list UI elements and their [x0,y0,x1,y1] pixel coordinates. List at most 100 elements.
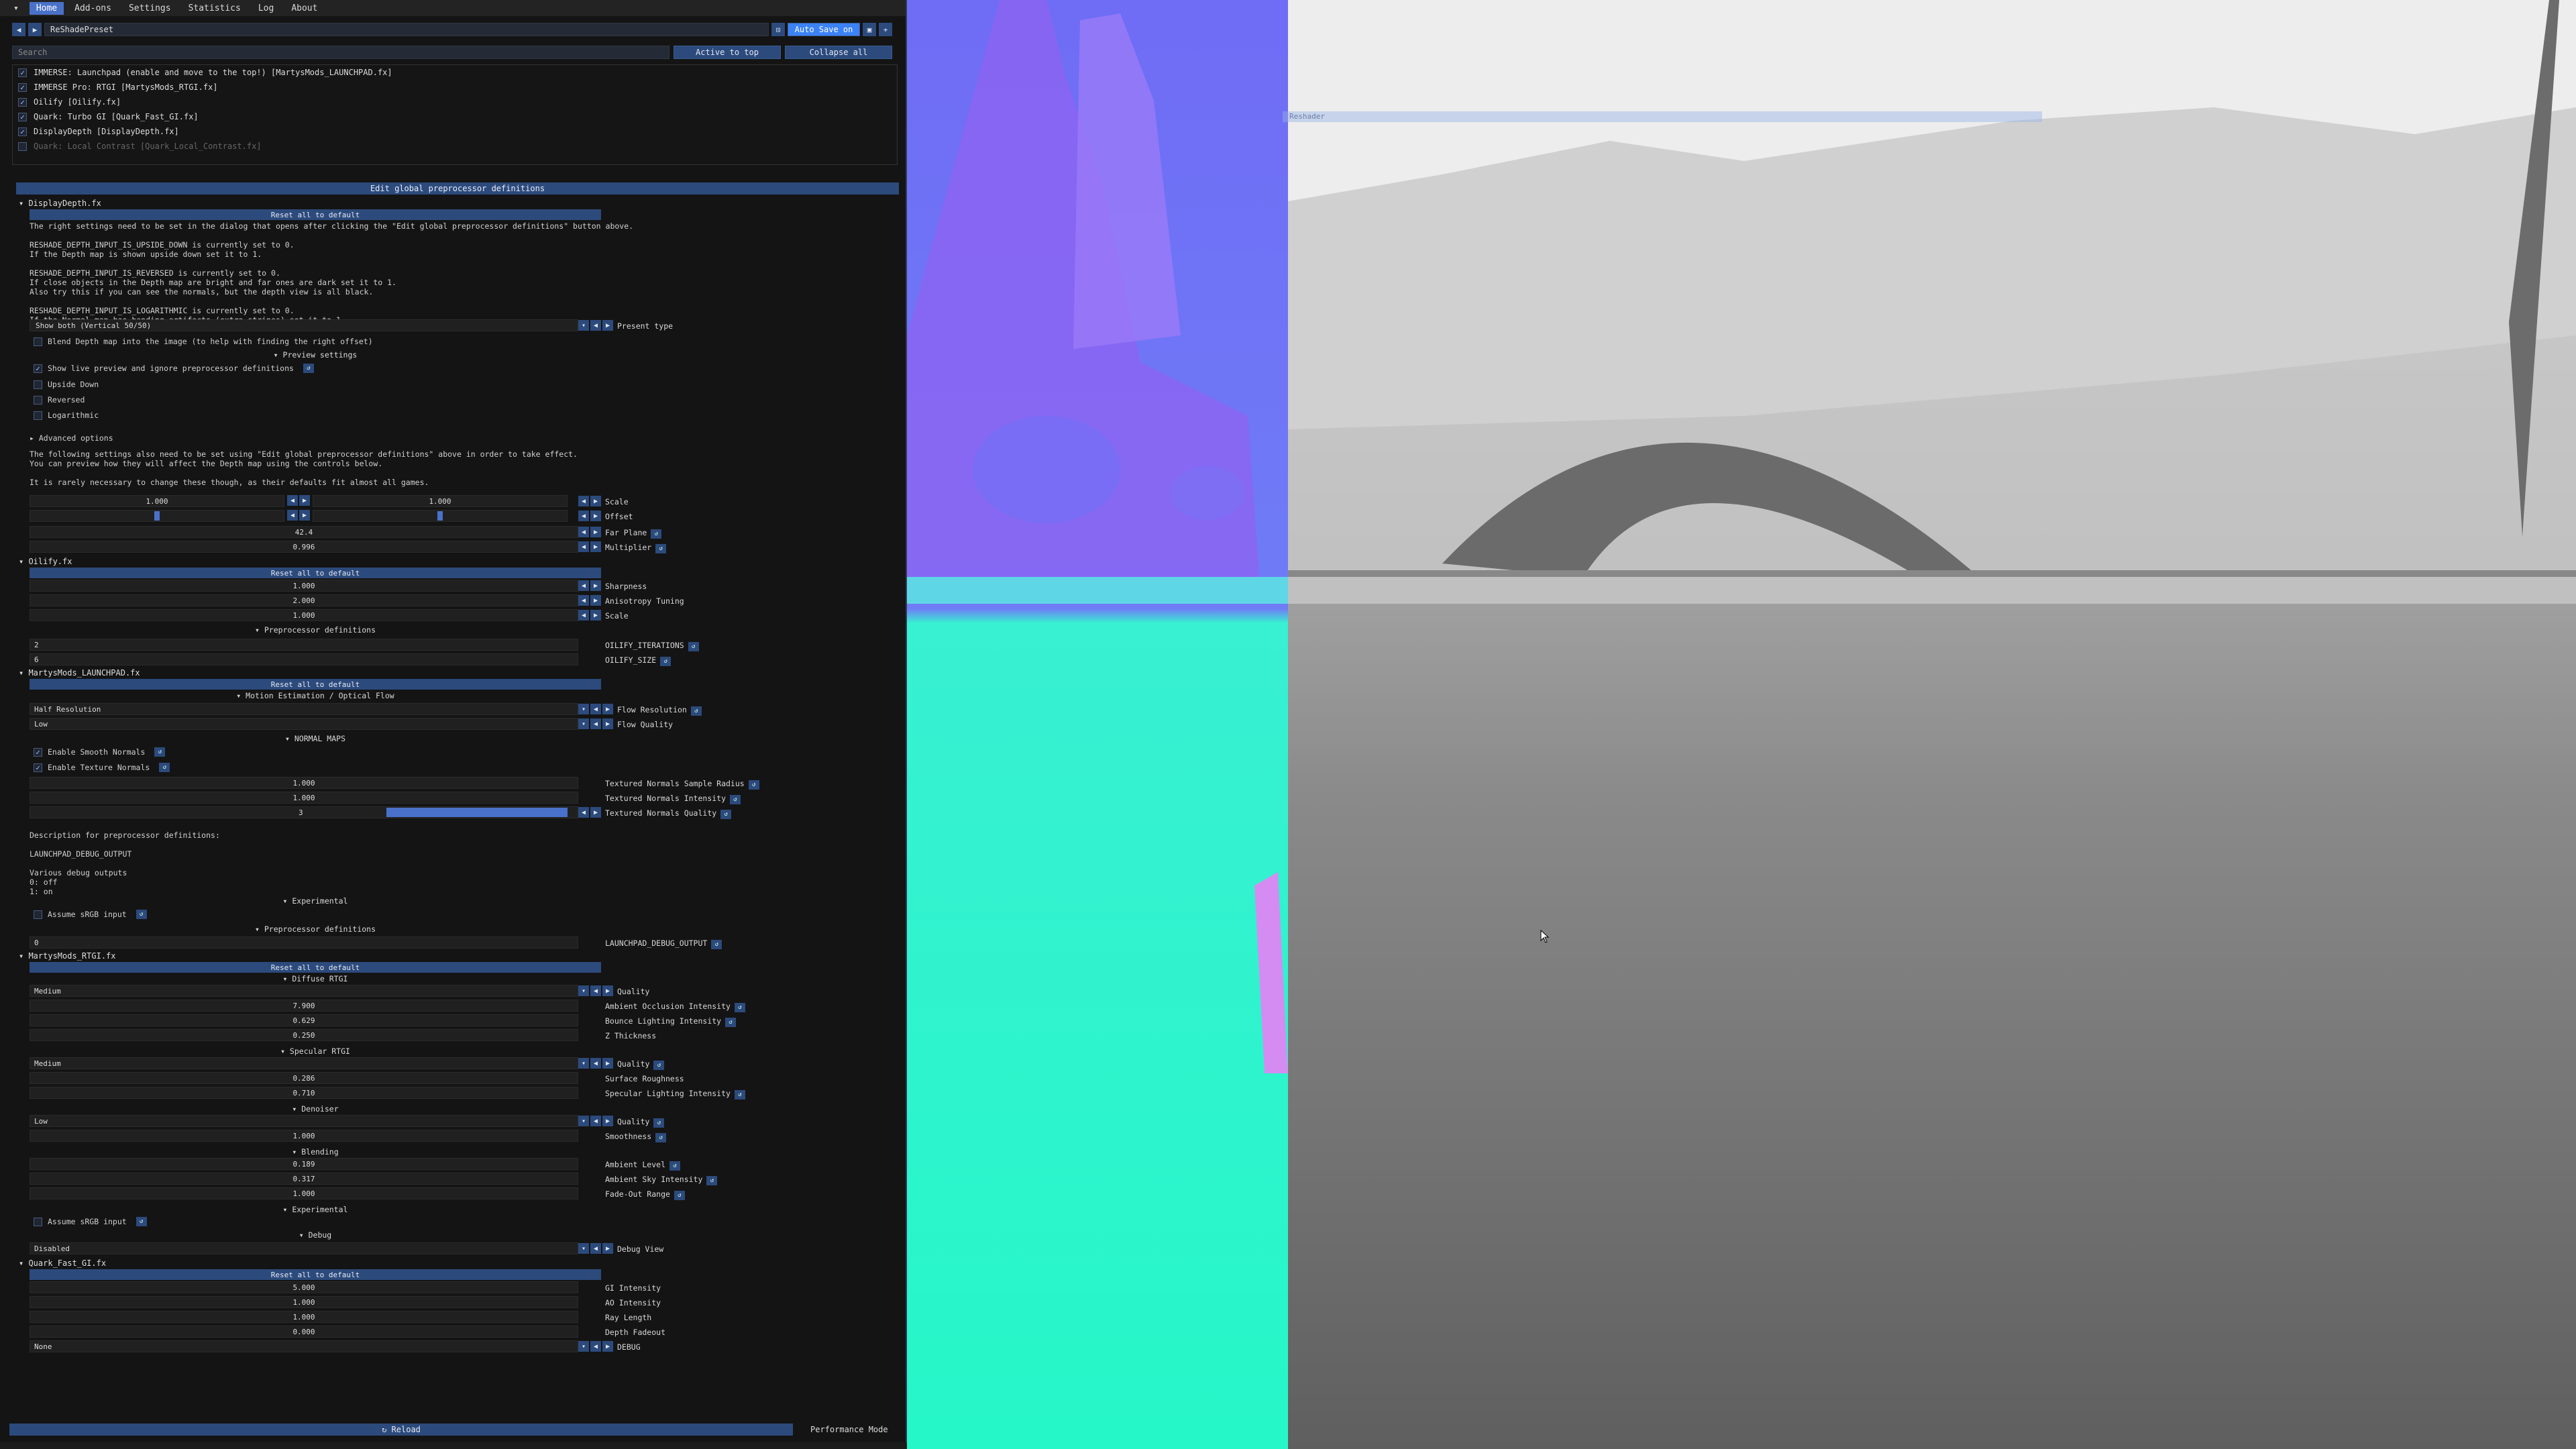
texture-normals-checkbox[interactable]: ✓ Enable Texture Normals ↺ [34,763,170,772]
edit-preprocessor-button[interactable]: Edit global preprocessor definitions [16,182,899,195]
slider-grab[interactable] [437,511,443,521]
multiplier-slider[interactable]: 0.996 [30,541,578,553]
add-preset-icon[interactable]: + [879,23,892,36]
flow-quality-combo[interactable]: Low [30,718,578,730]
debug-header[interactable]: ▾ Debug [30,1230,601,1240]
offset-x-slider[interactable] [30,510,284,522]
increment-icon[interactable]: ▶ [602,1116,613,1126]
reset-icon[interactable]: ↺ [159,763,170,772]
section-oilify[interactable]: ▾ Oilify.fx [19,557,72,566]
reset-icon[interactable]: ↺ [154,747,166,757]
reset-icon[interactable]: ↺ [653,1061,665,1070]
specular-intensity-slider[interactable]: 0.710 [30,1087,578,1099]
increment-icon[interactable]: ▶ [602,320,613,331]
quark-debug-combo[interactable]: None [30,1340,578,1352]
collapse-all-button[interactable]: Collapse all [785,46,892,59]
debug-view-combo[interactable]: Disabled [30,1242,578,1254]
launchpad-debug-input[interactable]: 0 [30,936,578,949]
decrement-icon[interactable]: ◀ [578,807,589,818]
checkbox-unchecked-icon[interactable] [18,142,27,151]
section-launchpad[interactable]: ▾ MartysMods_LAUNCHPAD.fx [19,668,140,678]
increment-icon[interactable]: ▶ [602,1341,613,1352]
technique-item[interactable]: ✓ Oilify [Oilify.fx] [13,95,897,109]
specular-rtgi-header[interactable]: ▾ Specular RTGI [30,1046,601,1056]
dropdown-arrow-icon[interactable]: ▾ [578,1341,589,1352]
normals-intensity-slider[interactable]: 1.000 [30,792,578,804]
tab-addons[interactable]: Add-ons [68,2,118,15]
anisotropy-slider[interactable]: 2.000 [30,594,578,606]
increment-icon[interactable]: ▶ [602,718,613,729]
smoothness-slider[interactable]: 1.000 [30,1130,578,1142]
fade-out-slider[interactable]: 1.000 [30,1187,578,1199]
decrement-icon[interactable]: ◀ [590,704,601,714]
logarithmic-checkbox[interactable]: Logarithmic [34,411,99,420]
z-thickness-slider[interactable]: 0.250 [30,1029,578,1041]
section-displaydepth[interactable]: ▾ DisplayDepth.fx [19,199,101,208]
specular-quality-combo[interactable]: Medium [30,1057,578,1069]
reset-quark-button[interactable]: Reset all to default [30,1269,601,1280]
technique-item[interactable]: ✓ IMMERSE: Launchpad (enable and move to … [13,65,897,80]
dropdown-arrow-icon[interactable]: ▾ [578,704,589,714]
oilify-preprocessor-header[interactable]: ▾ Preprocessor definitions [30,625,601,635]
decrement-icon[interactable]: ◀ [590,1116,601,1126]
decrement-icon[interactable]: ◀ [578,541,589,552]
preset-browse-icon[interactable]: ⊡ [771,23,785,36]
menu-icon[interactable]: ▾ [7,2,25,15]
quark-ao-slider[interactable]: 1.000 [30,1296,578,1308]
ao-intensity-slider[interactable]: 7.900 [30,1000,578,1012]
checkbox-unchecked-icon[interactable] [34,337,42,346]
depth-fadeout-slider[interactable]: 0.000 [30,1326,578,1338]
decrement-icon[interactable]: ◀ [578,580,589,591]
reset-displaydepth-button[interactable]: Reset all to default [30,209,601,220]
increment-icon[interactable]: ▶ [590,496,601,506]
active-to-top-button[interactable]: Active to top [674,46,781,59]
normal-maps-header[interactable]: ▾ NORMAL MAPS [30,734,601,743]
reversed-checkbox[interactable]: Reversed [34,395,85,405]
launchpad-preprocessor-header[interactable]: ▾ Preprocessor definitions [30,924,601,934]
reset-icon[interactable]: ↺ [655,544,667,553]
reset-icon[interactable]: ↺ [734,1003,745,1012]
auto-save-button[interactable]: Auto Save on [788,23,860,36]
reset-launchpad-button[interactable]: Reset all to default [30,679,601,690]
launchpad-experimental-header[interactable]: ▾ Experimental [30,896,601,906]
scale-x-slider[interactable]: 1.000 [30,495,284,507]
present-type-combo[interactable]: Show both (Vertical 50/50) [30,319,578,331]
oilify-size-input[interactable]: 6 [30,653,578,665]
dropdown-arrow-icon[interactable]: ▾ [578,1058,589,1069]
increment-icon[interactable]: ▶ [590,580,601,591]
slider-grab[interactable] [386,808,568,817]
rtgi-quality-combo[interactable]: Medium [30,985,578,997]
diffuse-rtgi-header[interactable]: ▾ Diffuse RTGI [30,974,601,983]
decrement-icon[interactable]: ◀ [578,595,589,606]
launchpad-srgb-checkbox[interactable]: Assume sRGB input ↺ [34,910,147,919]
technique-item[interactable]: ✓ DisplayDepth [DisplayDepth.fx] [13,124,897,139]
technique-item[interactable]: ✓ Quark: Turbo GI [Quark_Fast_GI.fx] [13,109,897,124]
tab-about[interactable]: About [284,2,324,15]
reset-icon[interactable]: ↺ [660,657,672,666]
reset-icon[interactable]: ↺ [748,780,759,790]
increment-icon[interactable]: ▶ [299,510,310,521]
decrement-icon[interactable]: ◀ [590,1243,601,1254]
decrement-icon[interactable]: ◀ [578,610,589,621]
blend-checkbox[interactable]: Blend Depth map into the image (to help … [34,337,373,346]
decrement-icon[interactable]: ◀ [287,495,298,506]
checkbox-checked-icon[interactable]: ✓ [18,97,27,107]
reset-rtgi-button[interactable]: Reset all to default [30,962,601,973]
dropdown-arrow-icon[interactable]: ▾ [578,1243,589,1254]
decrement-icon[interactable]: ◀ [578,527,589,537]
tab-log[interactable]: Log [252,2,280,15]
flow-resolution-combo[interactable]: Half Resolution [30,703,578,715]
increment-icon[interactable]: ▶ [590,807,601,818]
live-preview-checkbox[interactable]: ✓ Show live preview and ignore preprocess… [34,364,314,373]
tab-settings[interactable]: Settings [122,2,178,15]
bounce-intensity-slider[interactable]: 0.629 [30,1014,578,1026]
decrement-icon[interactable]: ◀ [578,511,589,521]
decrement-icon[interactable]: ◀ [590,1341,601,1352]
increment-icon[interactable]: ▶ [602,1058,613,1069]
slider-grab[interactable] [154,511,160,521]
offset-y-slider[interactable] [313,510,568,522]
performance-mode-toggle[interactable]: Performance Mode [810,1425,888,1434]
checkbox-unchecked-icon[interactable] [34,411,42,420]
checkbox-unchecked-icon[interactable] [34,1217,42,1226]
tab-home[interactable]: Home [29,1,64,15]
